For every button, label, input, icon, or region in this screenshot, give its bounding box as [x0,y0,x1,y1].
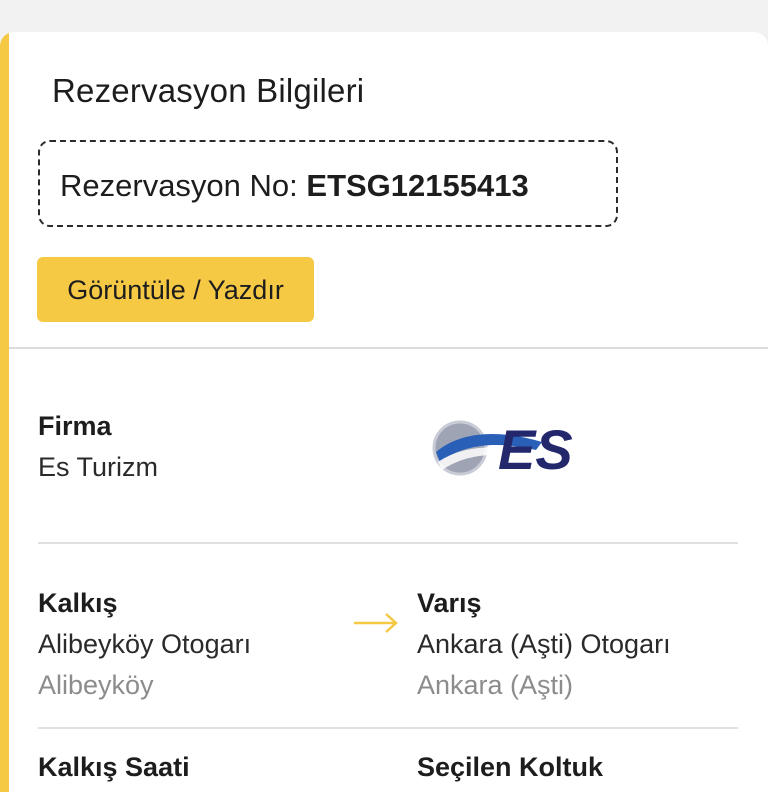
reservation-number-value: ETSG12155413 [306,168,529,203]
arrival-label: Varış [417,588,482,618]
arrival-city: Ankara (Aşti) [417,670,574,700]
reservation-number-box: Rezervasyon No: ETSG12155413 [38,140,618,227]
section-divider [9,347,768,349]
row-divider-1 [38,542,738,544]
departure-station: Alibeyköy Otogarı [38,629,252,659]
logo-text: ES [498,418,573,480]
reservation-card: Rezervasyon Bilgileri Rezervasyon No: ET… [0,32,768,792]
company-label: Firma [38,411,112,441]
departure-city: Alibeyköy [38,670,154,700]
company-name: Es Turizm [38,452,159,482]
reservation-number-label: Rezervasyon No: [60,168,307,203]
arrival-station: Ankara (Aşti) Otogarı [417,629,671,659]
reservation-number-text: Rezervasyon No: ETSG12155413 [60,168,529,204]
section-title: Rezervasyon Bilgileri [52,72,365,109]
view-print-button[interactable]: Görüntüle / Yazdır [37,257,314,322]
row-divider-2 [38,727,738,729]
departure-label: Kalkış [38,588,118,618]
card-accent-bar [0,32,9,792]
arrow-right-icon [354,613,398,633]
company-logo: ES [432,418,573,480]
